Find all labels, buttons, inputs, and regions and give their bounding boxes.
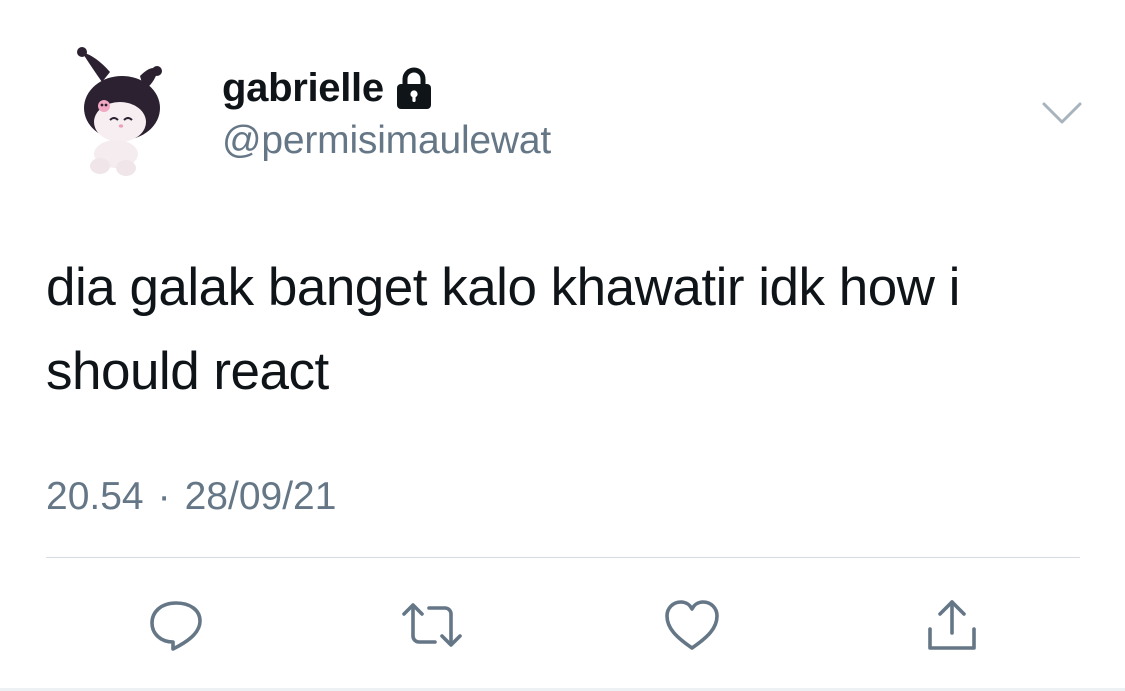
action-bar bbox=[0, 590, 1125, 660]
avatar[interactable] bbox=[70, 42, 180, 182]
tweet-text: dia galak banget kalo khawatir idk how i… bbox=[46, 258, 960, 401]
share-button[interactable] bbox=[917, 590, 987, 660]
chevron-down-icon bbox=[1042, 102, 1082, 124]
user-handle[interactable]: @permisimaulewat bbox=[222, 118, 551, 164]
share-icon bbox=[928, 600, 976, 650]
retweet-button[interactable] bbox=[397, 590, 467, 660]
lock-icon bbox=[394, 67, 434, 111]
retweet-icon bbox=[402, 603, 462, 647]
reply-button[interactable] bbox=[141, 590, 211, 660]
tweet-card: gabrielle @permisimaulewat dia galak ban… bbox=[0, 0, 1125, 691]
tweet-time: 20.54 bbox=[46, 475, 144, 518]
more-options-button[interactable] bbox=[1040, 96, 1084, 130]
tweet-timestamp[interactable]: 20.54 · 28/09/21 bbox=[46, 472, 336, 522]
divider bbox=[46, 557, 1080, 558]
reply-icon bbox=[150, 601, 202, 651]
display-name[interactable]: gabrielle bbox=[222, 64, 384, 112]
author-name-row[interactable]: gabrielle bbox=[222, 64, 434, 112]
timestamp-separator: · bbox=[157, 475, 171, 518]
like-button[interactable] bbox=[657, 590, 727, 660]
kuromi-avatar-icon bbox=[77, 47, 162, 176]
heart-icon bbox=[665, 600, 719, 650]
tweet-date: 28/09/21 bbox=[184, 475, 337, 518]
